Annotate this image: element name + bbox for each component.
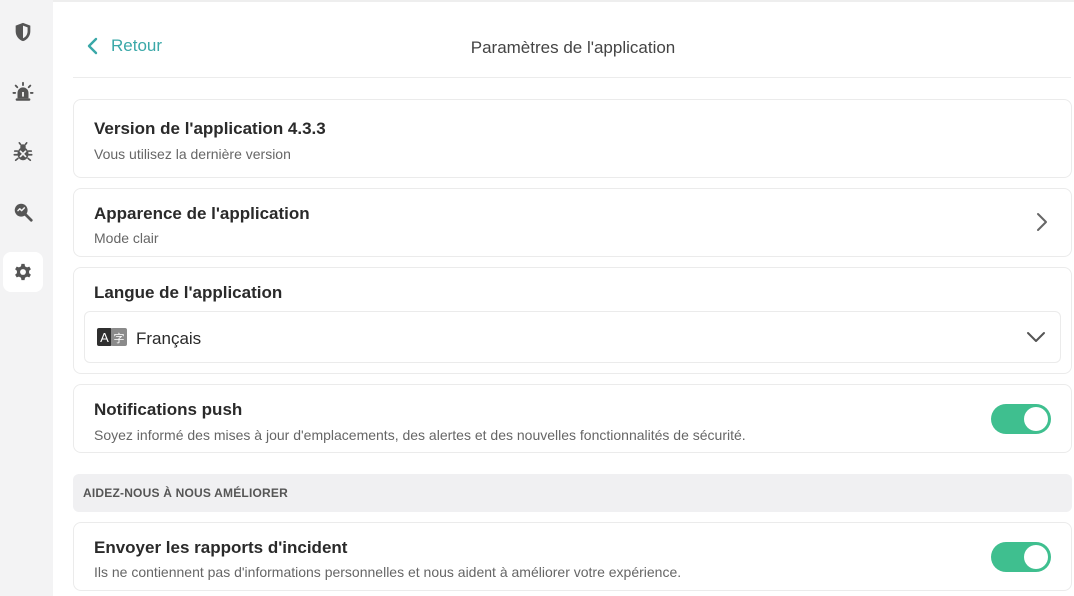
search-scan-icon bbox=[14, 203, 33, 222]
toggle-knob bbox=[1024, 545, 1048, 569]
crash-reports-card: Envoyer les rapports d'incident Ils ne c… bbox=[73, 522, 1072, 591]
sidebar-item-scan[interactable] bbox=[3, 192, 43, 232]
language-value: Français bbox=[136, 329, 202, 348]
appearance-title: Apparence de l'application bbox=[94, 204, 310, 223]
improve-section-header: AIDEZ-NOUS À NOUS AMÉLIORER bbox=[73, 474, 1072, 512]
sidebar-item-protection[interactable] bbox=[3, 12, 43, 52]
crash-reports-subtitle: Ils ne contiennent pas d'informations pe… bbox=[94, 564, 682, 580]
svg-text:字: 字 bbox=[114, 331, 125, 345]
language-title: Langue de l'application bbox=[94, 283, 283, 302]
version-card: Version de l'application 4.3.3 Vous util… bbox=[73, 99, 1072, 178]
translate-icon: A 字 bbox=[97, 328, 127, 346]
crash-reports-toggle[interactable] bbox=[991, 542, 1051, 572]
appearance-card[interactable]: Apparence de l'application Mode clair bbox=[73, 188, 1072, 257]
sidebar-item-settings[interactable] bbox=[3, 252, 43, 292]
chevron-right-icon bbox=[1037, 213, 1047, 231]
toggle-knob bbox=[1024, 407, 1048, 431]
language-card: Langue de l'application A 字 Français bbox=[73, 267, 1072, 374]
notifications-card: Notifications push Soyez informé des mis… bbox=[73, 384, 1072, 453]
bug-icon bbox=[13, 142, 33, 162]
sidebar-item-alerts[interactable] bbox=[3, 72, 43, 112]
shield-icon bbox=[15, 22, 31, 42]
notifications-title: Notifications push bbox=[94, 400, 243, 419]
sidebar-item-malware[interactable] bbox=[3, 132, 43, 172]
header: Retour Paramètres de l'application bbox=[73, 24, 1071, 78]
alarm-icon bbox=[12, 81, 34, 101]
svg-text:A: A bbox=[100, 330, 109, 345]
language-select[interactable]: A 字 Français bbox=[84, 311, 1061, 363]
page-title: Paramètres de l'application bbox=[470, 38, 676, 57]
notifications-toggle[interactable] bbox=[991, 404, 1051, 434]
settings-panel: Retour Paramètres de l'application Versi… bbox=[53, 0, 1074, 596]
sidebar bbox=[0, 0, 53, 596]
crash-reports-title: Envoyer les rapports d'incident bbox=[94, 538, 348, 557]
chevron-down-icon bbox=[1027, 332, 1045, 342]
appearance-subtitle: Mode clair bbox=[94, 230, 159, 246]
version-title: Version de l'application 4.3.3 bbox=[94, 119, 326, 138]
section-label: AIDEZ-NOUS À NOUS AMÉLIORER bbox=[83, 486, 288, 500]
gear-icon bbox=[15, 263, 31, 281]
version-subtitle: Vous utilisez la dernière version bbox=[94, 146, 291, 162]
notifications-subtitle: Soyez informé des mises à jour d'emplace… bbox=[94, 427, 746, 443]
